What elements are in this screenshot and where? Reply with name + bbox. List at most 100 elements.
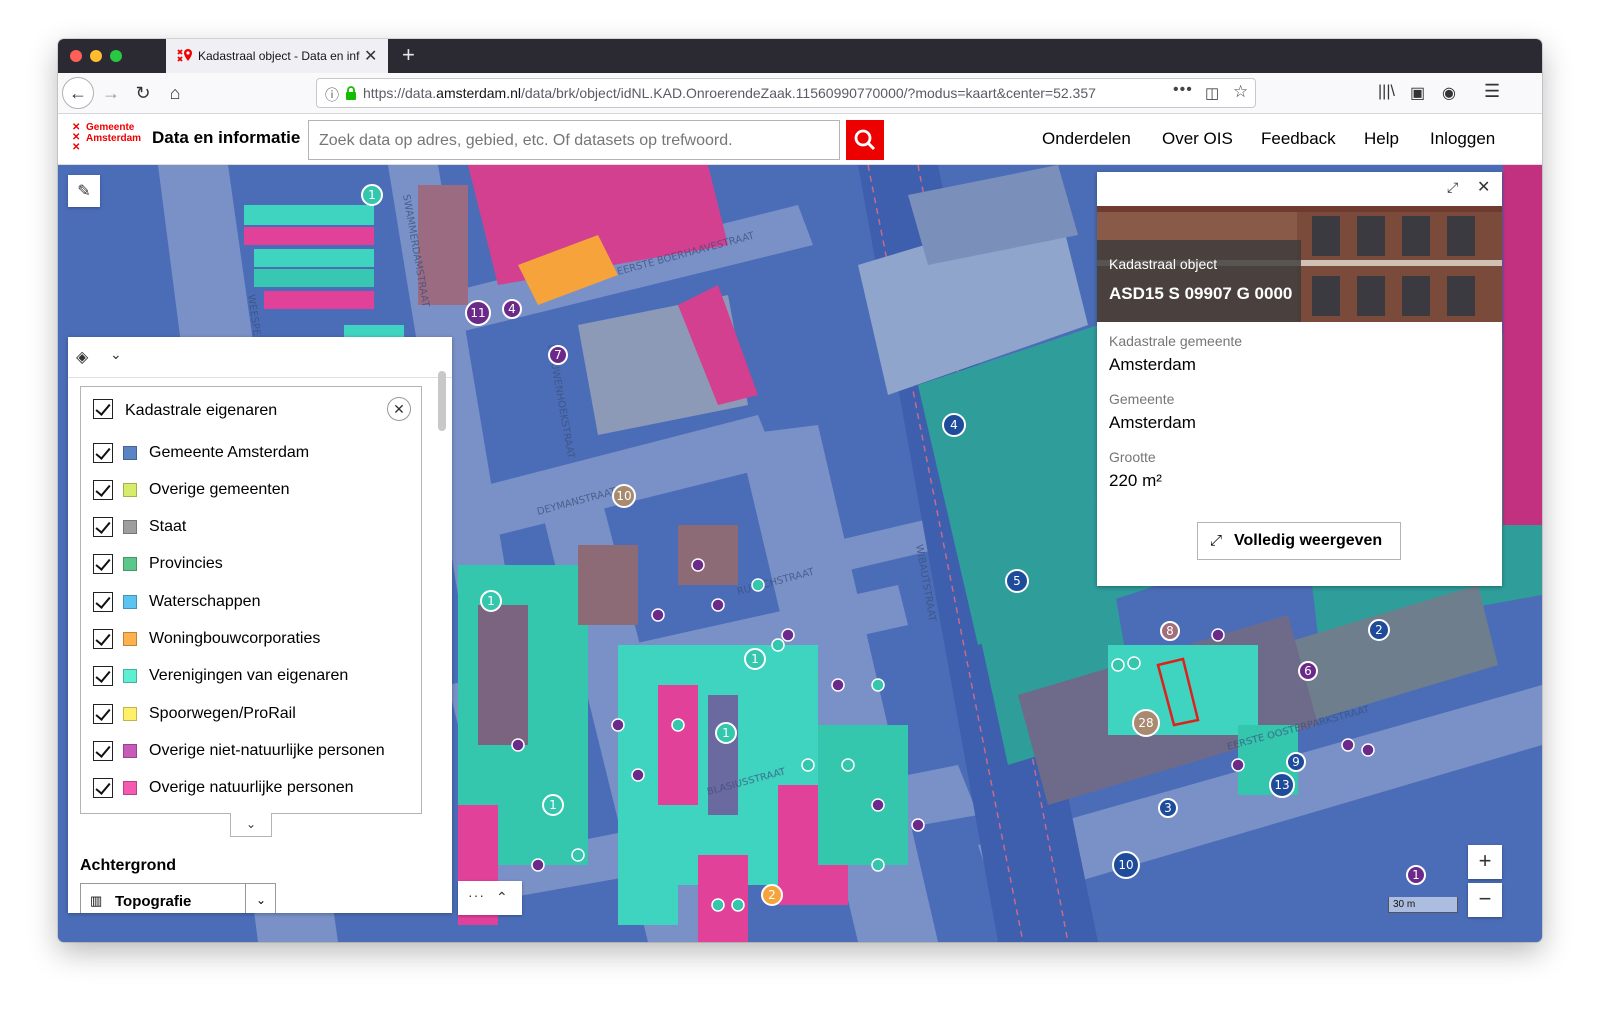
- close-window-button[interactable]: [70, 50, 82, 62]
- browser-tab[interactable]: Kadastraal object - Data en informatie ✕: [166, 39, 388, 73]
- map-marker[interactable]: 2: [761, 884, 783, 906]
- legend-item: Provincies: [91, 552, 411, 576]
- map-marker[interactable]: 7: [548, 345, 568, 365]
- map-panel-toggle[interactable]: ··· ⌃: [458, 881, 522, 915]
- svg-text:4: 4: [950, 418, 958, 432]
- close-icon[interactable]: ✕: [1477, 177, 1490, 197]
- maximize-window-button[interactable]: [110, 50, 122, 62]
- full-view-button[interactable]: ⤢ Volledig weergeven: [1197, 522, 1401, 560]
- map-marker[interactable]: 5: [1005, 569, 1029, 593]
- new-tab-button[interactable]: +: [402, 42, 415, 68]
- remove-layer-button[interactable]: ✕: [387, 397, 411, 421]
- legend-item-checkbox[interactable]: [93, 554, 113, 574]
- chevron-down-icon[interactable]: ⌄: [110, 346, 122, 363]
- legend-header[interactable]: ◈ ⌄: [68, 337, 452, 378]
- tab-title: Kadastraal object - Data en informatie: [198, 49, 360, 63]
- legend-swatch: [123, 595, 137, 609]
- nav-help[interactable]: Help: [1364, 129, 1399, 149]
- more-actions-icon[interactable]: •••: [1173, 81, 1193, 99]
- favicon-icon: [177, 49, 192, 62]
- address-bar[interactable]: ⓘ https://data.amsterdam.nl/data/brk/obj…: [316, 78, 1256, 108]
- legend-item-checkbox[interactable]: [93, 517, 113, 537]
- legend-swatch: [123, 669, 137, 683]
- svg-text:1: 1: [549, 798, 557, 812]
- back-button[interactable]: ←: [62, 77, 94, 109]
- zoom-in-button[interactable]: +: [1468, 845, 1502, 879]
- map-marker[interactable]: 4: [502, 299, 522, 319]
- legend-item-label: Overige gemeenten: [149, 481, 290, 498]
- legend-item-checkbox[interactable]: [93, 778, 113, 798]
- map-marker[interactable]: 3: [1158, 798, 1178, 818]
- svg-text:2: 2: [768, 888, 776, 902]
- legend-swatch: [123, 632, 137, 646]
- site-title[interactable]: Data en informatie: [152, 128, 300, 148]
- map-marker[interactable]: 28: [1132, 709, 1160, 737]
- close-tab-icon[interactable]: ✕: [364, 46, 377, 66]
- legend-scrollbar[interactable]: [438, 371, 446, 431]
- legend-item-checkbox[interactable]: [93, 666, 113, 686]
- scale-bar: 30 m: [1388, 897, 1458, 913]
- legend-item-label: Gemeente Amsterdam: [149, 444, 310, 461]
- legend-item-checkbox[interactable]: [93, 592, 113, 612]
- sidebar-icon[interactable]: ▣: [1410, 83, 1425, 103]
- background-select[interactable]: ▥ Topografie ⌄: [80, 883, 276, 913]
- chevron-up-icon[interactable]: ⌃: [496, 889, 508, 906]
- menu-icon[interactable]: ☰: [1484, 81, 1500, 102]
- field-label: Gemeente: [1109, 391, 1175, 407]
- minimize-window-button[interactable]: [90, 50, 102, 62]
- nav-feedback[interactable]: Feedback: [1261, 129, 1336, 149]
- map-marker[interactable]: 4: [942, 413, 966, 437]
- nav-onderdelen[interactable]: Onderdelen: [1042, 129, 1131, 149]
- map-marker[interactable]: 1: [744, 648, 766, 670]
- account-icon[interactable]: ◉: [1442, 83, 1456, 103]
- draw-tool-icon: ✎: [77, 183, 91, 200]
- svg-text:1: 1: [487, 594, 495, 608]
- map-view[interactable]: EERSTE BOERHAAVESTRAAT SWAMMERDAMSTRAAT …: [58, 165, 1542, 942]
- expand-legend-button[interactable]: ⌄: [230, 813, 272, 837]
- legend-item-checkbox[interactable]: [93, 443, 113, 463]
- info-icon[interactable]: ⓘ: [325, 85, 339, 105]
- legend-item-checkbox[interactable]: [93, 480, 113, 500]
- map-marker[interactable]: 10: [612, 484, 636, 508]
- map-marker[interactable]: 1: [361, 184, 383, 206]
- map-marker[interactable]: 8: [1160, 621, 1180, 641]
- map-marker[interactable]: 1: [480, 590, 502, 612]
- legend-item-checkbox[interactable]: [93, 704, 113, 724]
- map-marker[interactable]: 6: [1298, 661, 1318, 681]
- caption-type: Kadastraal object: [1109, 256, 1218, 272]
- background-value: Topografie: [115, 893, 192, 910]
- layer-checkbox[interactable]: [93, 399, 113, 419]
- nav-inloggen[interactable]: Inloggen: [1430, 129, 1495, 149]
- map-marker[interactable]: 13: [1269, 772, 1295, 798]
- search-input[interactable]: Zoek data op adres, gebied, etc. Of data…: [308, 120, 840, 160]
- svg-text:4: 4: [508, 302, 516, 316]
- library-icon[interactable]: |||\: [1378, 83, 1395, 101]
- legend-item-checkbox[interactable]: [93, 629, 113, 649]
- forward-button[interactable]: →: [96, 78, 126, 108]
- map-marker[interactable]: 2: [1368, 619, 1390, 641]
- home-button[interactable]: ⌂: [160, 78, 190, 108]
- expand-icon[interactable]: ⤢: [1447, 179, 1458, 196]
- legend-swatch: [123, 483, 137, 497]
- nav-over-ois[interactable]: Over OIS: [1162, 129, 1233, 149]
- search-button[interactable]: [846, 120, 884, 160]
- map-marker[interactable]: 1: [542, 794, 564, 816]
- draw-tool-button[interactable]: ✎: [68, 175, 100, 207]
- field-value: Amsterdam: [1109, 413, 1196, 432]
- map-marker[interactable]: 11: [465, 300, 491, 326]
- svg-text:10: 10: [1118, 858, 1133, 872]
- reload-button[interactable]: ↻: [128, 78, 158, 108]
- bookmark-star-icon[interactable]: ☆: [1233, 82, 1248, 102]
- more-icon[interactable]: ···: [468, 887, 485, 903]
- pocket-icon[interactable]: ◫: [1205, 84, 1219, 102]
- legend-item-checkbox[interactable]: [93, 741, 113, 761]
- map-marker[interactable]: 1: [715, 722, 737, 744]
- map-marker[interactable]: 1: [1406, 865, 1426, 885]
- legend-item-label: Spoorwegen/ProRail: [149, 705, 296, 722]
- zoom-out-button[interactable]: −: [1468, 883, 1502, 917]
- svg-text:1: 1: [368, 188, 376, 202]
- caption-identifier: ASD15 S 09907 G 0000: [1109, 284, 1293, 303]
- map-marker[interactable]: 9: [1286, 752, 1306, 772]
- legend-item-label: Overige niet-natuurlijke personen: [149, 742, 385, 759]
- map-marker[interactable]: 10: [1112, 851, 1140, 879]
